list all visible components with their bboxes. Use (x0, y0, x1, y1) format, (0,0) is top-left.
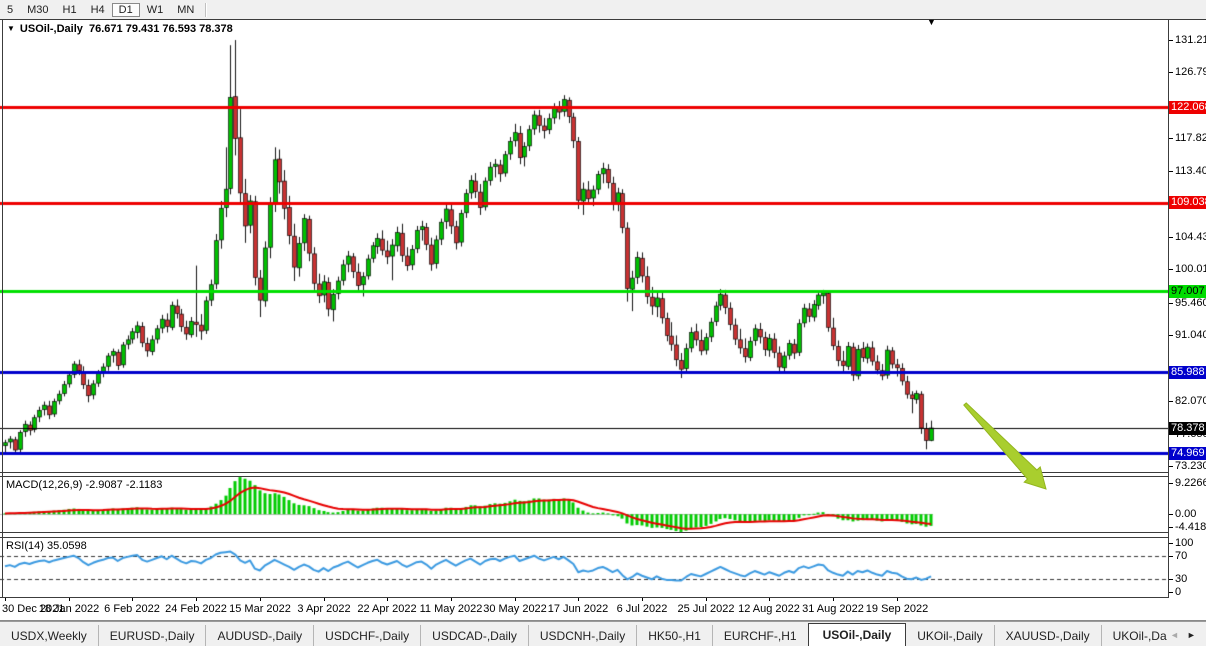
rsi-label: RSI(14) 35.0598 (6, 540, 87, 552)
price-line-label: 74.969 (1169, 447, 1206, 460)
price-tick-label: 100.010 (1175, 263, 1206, 275)
price-line-label: 97.007 (1169, 285, 1206, 298)
tab-audusd-daily[interactable]: AUDUSD-,Daily (205, 625, 313, 646)
macd-label: MACD(12,26,9) -2.9087 -2.1183 (6, 479, 162, 491)
timeframe-button-m30[interactable]: M30 (20, 3, 55, 17)
rsi-level-label: 30 (1175, 573, 1187, 585)
tab-ukoil-daily[interactable]: UKOil-,Daily (906, 625, 993, 646)
price-tick-label: 113.400 (1175, 165, 1206, 177)
tab-usoil-daily[interactable]: USOil-,Daily (808, 623, 907, 646)
timeframe-button-5[interactable]: 5 (0, 3, 20, 17)
rsi-pane-bottom-border (0, 597, 1168, 598)
macd-panel-canvas[interactable] (0, 477, 1168, 532)
macd-max-label: 9.2266 (1175, 477, 1206, 489)
macd-pane-top-border[interactable] (0, 476, 1168, 477)
tab-usdcnh-daily[interactable]: USDCNH-,Daily (528, 625, 636, 646)
timeframe-button-d1[interactable]: D1 (112, 3, 140, 17)
frame-left (2, 19, 3, 598)
date-label: 3 Apr 2022 (297, 603, 350, 615)
mt4-window: 5M30H1H4D1W1MN ▼ USOil-,Daily 76.671 79.4… (0, 0, 1206, 646)
ohlc-values: 76.671 79.431 76.593 78.378 (89, 23, 233, 35)
rsi-level-label: 100 (1175, 537, 1193, 549)
tab-scroll-left-icon[interactable]: ◄ (1170, 630, 1179, 640)
price-tick-label: 95.460 (1175, 297, 1206, 309)
tab-usdx-weekly[interactable]: USDX,Weekly (0, 625, 98, 646)
rsi-level-label: 70 (1175, 550, 1187, 562)
timeframe-button-mn[interactable]: MN (170, 3, 201, 17)
price-tick-label: 104.430 (1175, 231, 1206, 243)
date-label: 12 Aug 2022 (738, 603, 800, 615)
price-tick-label: 117.820 (1175, 132, 1206, 144)
timeframe-button-h1[interactable]: H1 (56, 3, 84, 17)
price-line-label: 122.068 (1169, 101, 1206, 114)
symbol-label: USOil-,Daily (20, 23, 83, 35)
rsi-level-label: 0 (1175, 586, 1181, 598)
macd-zero-label: 0.00 (1175, 508, 1196, 520)
toolbar-separator (205, 3, 207, 17)
frame-top (0, 19, 1206, 20)
main-chart-canvas[interactable] (0, 20, 1168, 472)
timeframe-button-h4[interactable]: H4 (84, 3, 112, 17)
tab-eurusd-daily[interactable]: EURUSD-,Daily (98, 625, 206, 646)
date-label: 19 Sep 2022 (866, 603, 928, 615)
date-label: 24 Feb 2022 (165, 603, 227, 615)
price-line-label: 109.038 (1169, 196, 1206, 209)
date-label: 22 Apr 2022 (357, 603, 416, 615)
time-axis[interactable]: 30 Dec 202118 Jan 20226 Feb 202224 Feb 2… (0, 600, 1168, 619)
price-tick-label: 131.210 (1175, 34, 1206, 46)
date-label: 31 Aug 2022 (802, 603, 864, 615)
tab-ukoil-da[interactable]: UKOil-,Da (1101, 625, 1168, 646)
chart-tabs: USDX,WeeklyEURUSD-,DailyAUDUSD-,DailyUSD… (0, 622, 1168, 646)
chart-title: ▼ USOil-,Daily 76.671 79.431 76.593 78.37… (7, 23, 233, 35)
rsi-panel-canvas[interactable] (0, 538, 1168, 597)
main-pane-bottom-border (0, 472, 1168, 473)
timeframe-button-w1[interactable]: W1 (140, 3, 171, 17)
price-tick-label: 91.040 (1175, 329, 1206, 341)
price-axis[interactable]: 131.210 126.790 117.820 113.400 104.430 100.0… (1169, 19, 1206, 620)
tab-scroll-arrows: ◄ ► (1168, 622, 1196, 646)
tab-hk50-h1[interactable]: HK50-,H1 (636, 625, 712, 646)
tab-xauusd-daily[interactable]: XAUUSD-,Daily (994, 625, 1101, 646)
date-label: 18 Jan 2022 (39, 603, 100, 615)
price-tick-label: 73.230 (1175, 460, 1206, 472)
macd-pane-bottom-border[interactable] (0, 532, 1168, 533)
price-line-label: 85.988 (1169, 366, 1206, 379)
price-line-label: 78.378 (1169, 422, 1206, 435)
tab-scroll-right-icon[interactable]: ► (1187, 630, 1196, 640)
date-label: 25 Jul 2022 (678, 603, 735, 615)
date-label: 6 Jul 2022 (617, 603, 668, 615)
date-label: 30 May 2022 (483, 603, 547, 615)
chart-tabs-bar: USDX,WeeklyEURUSD-,DailyAUDUSD-,DailyUSD… (0, 621, 1206, 646)
date-label: 6 Feb 2022 (104, 603, 160, 615)
collapse-triangle-icon[interactable]: ▼ (7, 24, 15, 33)
timeframe-toolbar: 5M30H1H4D1W1MN (0, 0, 1206, 19)
date-label: 17 Jun 2022 (548, 603, 609, 615)
tab-usdchf-daily[interactable]: USDCHF-,Daily (313, 625, 420, 646)
date-label: 15 Mar 2022 (229, 603, 291, 615)
rsi-pane-top-border[interactable] (0, 537, 1168, 538)
tab-usdcad-daily[interactable]: USDCAD-,Daily (420, 625, 528, 646)
chart-shift-marker-icon[interactable]: ▼ (927, 17, 936, 27)
macd-min-label: -4.4188 (1175, 521, 1206, 533)
price-tick-label: 126.790 (1175, 66, 1206, 78)
date-label: 11 May 2022 (420, 603, 483, 615)
tab-eurchf-h1[interactable]: EURCHF-,H1 (712, 625, 808, 646)
price-tick-label: 82.070 (1175, 395, 1206, 407)
